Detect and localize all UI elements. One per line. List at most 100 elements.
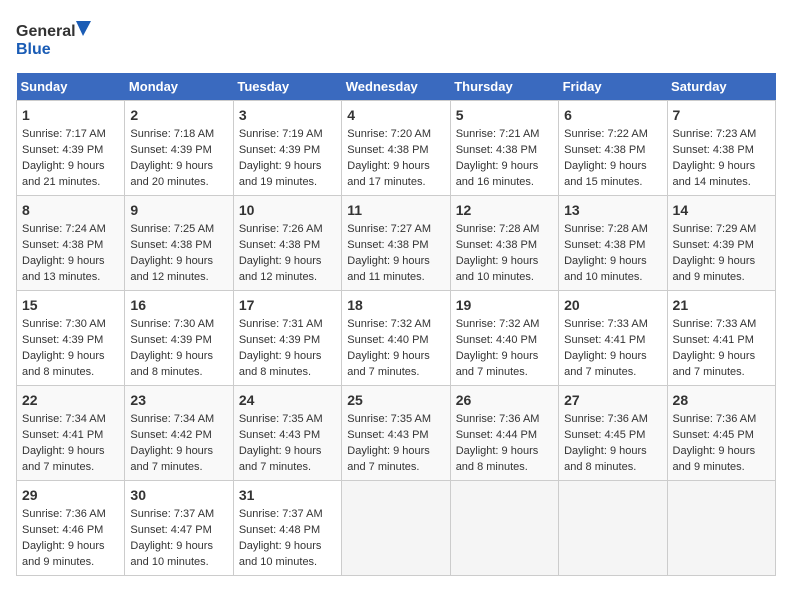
day-number: 28 xyxy=(673,390,770,410)
day-info: Sunrise: 7:33 AMSunset: 4:41 PMDaylight:… xyxy=(673,318,757,378)
day-cell: 23 Sunrise: 7:34 AMSunset: 4:42 PMDayligh… xyxy=(125,386,233,481)
day-info: Sunrise: 7:33 AMSunset: 4:41 PMDaylight:… xyxy=(564,318,648,378)
day-info: Sunrise: 7:31 AMSunset: 4:39 PMDaylight:… xyxy=(239,318,323,378)
day-number: 12 xyxy=(456,200,553,220)
day-cell: 6Sunrise: 7:22 AMSunset: 4:38 PMDaylight… xyxy=(559,101,667,196)
day-number: 19 xyxy=(456,295,553,315)
day-info: Sunrise: 7:37 AMSunset: 4:47 PMDaylight:… xyxy=(130,508,214,568)
col-header-sunday: Sunday xyxy=(17,73,125,101)
day-info: Sunrise: 7:17 AMSunset: 4:39 PMDaylight:… xyxy=(22,128,106,188)
day-cell xyxy=(667,481,775,576)
day-cell: 15 Sunrise: 7:30 AMSunset: 4:39 PMDayligh… xyxy=(17,291,125,386)
day-cell: 26 Sunrise: 7:36 AMSunset: 4:44 PMDayligh… xyxy=(450,386,558,481)
day-cell: 8 Sunrise: 7:24 AMSunset: 4:38 PMDaylight… xyxy=(17,196,125,291)
day-cell: 12 Sunrise: 7:28 AMSunset: 4:38 PMDayligh… xyxy=(450,196,558,291)
day-number: 10 xyxy=(239,200,336,220)
day-cell: 4 Sunrise: 7:20 AMSunset: 4:38 PMDaylight… xyxy=(342,101,450,196)
day-info: Sunrise: 7:18 AMSunset: 4:39 PMDaylight:… xyxy=(130,128,214,188)
day-number: 29 xyxy=(22,485,119,505)
day-number: 4 xyxy=(347,105,444,125)
col-header-thursday: Thursday xyxy=(450,73,558,101)
day-info: Sunrise: 7:30 AMSunset: 4:39 PMDaylight:… xyxy=(22,318,106,378)
day-cell: 7Sunrise: 7:23 AMSunset: 4:38 PMDaylight… xyxy=(667,101,775,196)
svg-text:General: General xyxy=(16,23,76,40)
day-cell: 16 Sunrise: 7:30 AMSunset: 4:39 PMDayligh… xyxy=(125,291,233,386)
day-cell: 2 Sunrise: 7:18 AMSunset: 4:39 PMDaylight… xyxy=(125,101,233,196)
day-number: 15 xyxy=(22,295,119,315)
day-info: Sunrise: 7:34 AMSunset: 4:42 PMDaylight:… xyxy=(130,413,214,473)
day-info: Sunrise: 7:28 AMSunset: 4:38 PMDaylight:… xyxy=(456,223,540,283)
day-number: 24 xyxy=(239,390,336,410)
day-cell: 27Sunrise: 7:36 AMSunset: 4:45 PMDayligh… xyxy=(559,386,667,481)
calendar-table: SundayMondayTuesdayWednesdayThursdayFrid… xyxy=(16,73,776,576)
day-cell xyxy=(342,481,450,576)
day-info: Sunrise: 7:24 AMSunset: 4:38 PMDaylight:… xyxy=(22,223,106,283)
day-number: 8 xyxy=(22,200,119,220)
day-info: Sunrise: 7:20 AMSunset: 4:38 PMDaylight:… xyxy=(347,128,431,188)
day-info: Sunrise: 7:35 AMSunset: 4:43 PMDaylight:… xyxy=(347,413,431,473)
day-number: 9 xyxy=(130,200,227,220)
day-cell: 1 Sunrise: 7:17 AMSunset: 4:39 PMDaylight… xyxy=(17,101,125,196)
week-row-2: 8 Sunrise: 7:24 AMSunset: 4:38 PMDaylight… xyxy=(17,196,776,291)
day-number: 3 xyxy=(239,105,336,125)
day-info: Sunrise: 7:28 AMSunset: 4:38 PMDaylight:… xyxy=(564,223,648,283)
day-number: 18 xyxy=(347,295,444,315)
week-row-3: 15 Sunrise: 7:30 AMSunset: 4:39 PMDayligh… xyxy=(17,291,776,386)
day-cell: 31 Sunrise: 7:37 AMSunset: 4:48 PMDayligh… xyxy=(233,481,341,576)
col-header-saturday: Saturday xyxy=(667,73,775,101)
day-cell: 30 Sunrise: 7:37 AMSunset: 4:47 PMDayligh… xyxy=(125,481,233,576)
day-cell xyxy=(559,481,667,576)
day-cell: 29Sunrise: 7:36 AMSunset: 4:46 PMDayligh… xyxy=(17,481,125,576)
day-cell: 24 Sunrise: 7:35 AMSunset: 4:43 PMDayligh… xyxy=(233,386,341,481)
day-cell: 18 Sunrise: 7:32 AMSunset: 4:40 PMDayligh… xyxy=(342,291,450,386)
day-info: Sunrise: 7:30 AMSunset: 4:39 PMDaylight:… xyxy=(130,318,214,378)
day-cell: 28Sunrise: 7:36 AMSunset: 4:45 PMDayligh… xyxy=(667,386,775,481)
day-number: 1 xyxy=(22,105,119,125)
day-number: 31 xyxy=(239,485,336,505)
day-info: Sunrise: 7:29 AMSunset: 4:39 PMDaylight:… xyxy=(673,223,757,283)
day-number: 2 xyxy=(130,105,227,125)
day-cell: 25 Sunrise: 7:35 AMSunset: 4:43 PMDayligh… xyxy=(342,386,450,481)
day-info: Sunrise: 7:27 AMSunset: 4:38 PMDaylight:… xyxy=(347,223,431,283)
day-info: Sunrise: 7:37 AMSunset: 4:48 PMDaylight:… xyxy=(239,508,323,568)
day-number: 6 xyxy=(564,105,661,125)
day-number: 30 xyxy=(130,485,227,505)
day-info: Sunrise: 7:23 AMSunset: 4:38 PMDaylight:… xyxy=(673,128,757,188)
day-info: Sunrise: 7:21 AMSunset: 4:38 PMDaylight:… xyxy=(456,128,540,188)
day-number: 20 xyxy=(564,295,661,315)
day-cell: 13 Sunrise: 7:28 AMSunset: 4:38 PMDayligh… xyxy=(559,196,667,291)
day-info: Sunrise: 7:35 AMSunset: 4:43 PMDaylight:… xyxy=(239,413,323,473)
day-number: 14 xyxy=(673,200,770,220)
day-number: 17 xyxy=(239,295,336,315)
day-info: Sunrise: 7:32 AMSunset: 4:40 PMDaylight:… xyxy=(456,318,540,378)
day-cell: 21 Sunrise: 7:33 AMSunset: 4:41 PMDayligh… xyxy=(667,291,775,386)
day-number: 25 xyxy=(347,390,444,410)
day-number: 23 xyxy=(130,390,227,410)
day-number: 13 xyxy=(564,200,661,220)
day-cell xyxy=(450,481,558,576)
page-header: GeneralBlue xyxy=(16,16,776,61)
week-row-5: 29Sunrise: 7:36 AMSunset: 4:46 PMDayligh… xyxy=(17,481,776,576)
day-info: Sunrise: 7:34 AMSunset: 4:41 PMDaylight:… xyxy=(22,413,106,473)
day-info: Sunrise: 7:36 AMSunset: 4:44 PMDaylight:… xyxy=(456,413,540,473)
col-header-monday: Monday xyxy=(125,73,233,101)
day-cell: 9 Sunrise: 7:25 AMSunset: 4:38 PMDaylight… xyxy=(125,196,233,291)
day-cell: 22Sunrise: 7:34 AMSunset: 4:41 PMDayligh… xyxy=(17,386,125,481)
day-number: 21 xyxy=(673,295,770,315)
week-row-4: 22Sunrise: 7:34 AMSunset: 4:41 PMDayligh… xyxy=(17,386,776,481)
day-cell: 20 Sunrise: 7:33 AMSunset: 4:41 PMDayligh… xyxy=(559,291,667,386)
day-number: 26 xyxy=(456,390,553,410)
col-header-friday: Friday xyxy=(559,73,667,101)
day-cell: 14 Sunrise: 7:29 AMSunset: 4:39 PMDayligh… xyxy=(667,196,775,291)
day-info: Sunrise: 7:36 AMSunset: 4:45 PMDaylight:… xyxy=(564,413,648,473)
day-cell: 10 Sunrise: 7:26 AMSunset: 4:38 PMDayligh… xyxy=(233,196,341,291)
day-number: 5 xyxy=(456,105,553,125)
day-cell: 5 Sunrise: 7:21 AMSunset: 4:38 PMDaylight… xyxy=(450,101,558,196)
day-number: 11 xyxy=(347,200,444,220)
day-number: 16 xyxy=(130,295,227,315)
day-info: Sunrise: 7:25 AMSunset: 4:38 PMDaylight:… xyxy=(130,223,214,283)
day-cell: 11 Sunrise: 7:27 AMSunset: 4:38 PMDayligh… xyxy=(342,196,450,291)
day-info: Sunrise: 7:26 AMSunset: 4:38 PMDaylight:… xyxy=(239,223,323,283)
day-info: Sunrise: 7:32 AMSunset: 4:40 PMDaylight:… xyxy=(347,318,431,378)
logo: GeneralBlue xyxy=(16,16,96,61)
